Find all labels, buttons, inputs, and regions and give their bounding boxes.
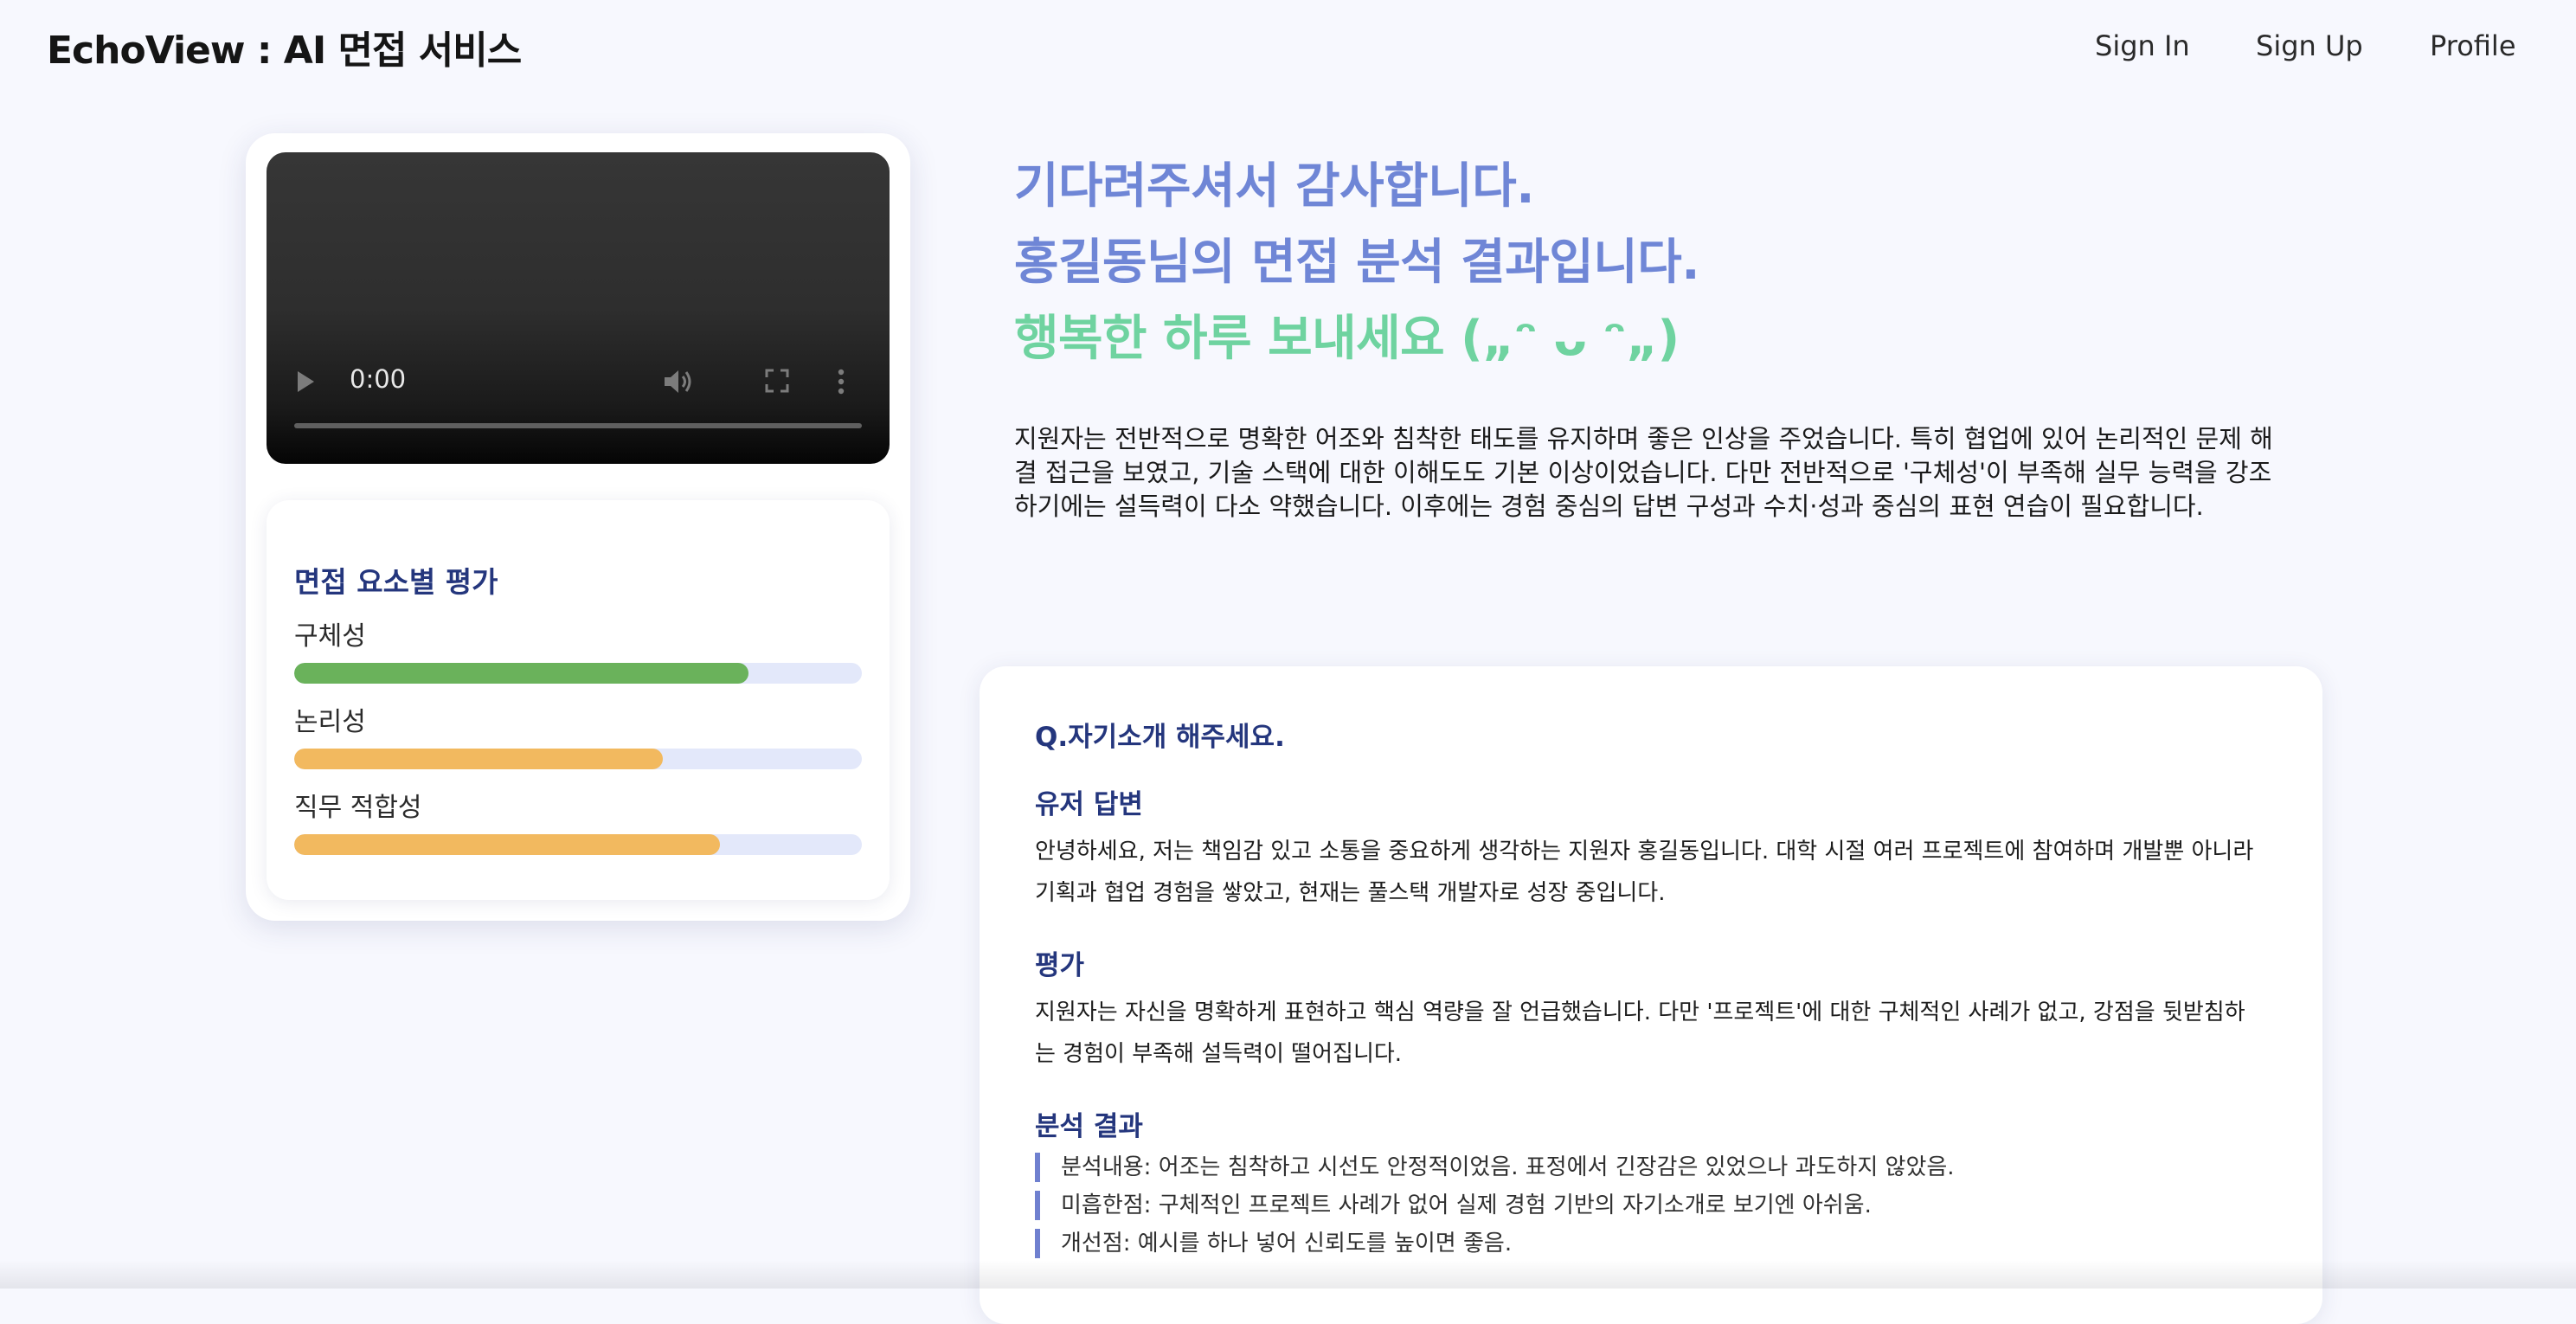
analysis-item-improvement: 개선점: 예시를 하나 넣어 신뢰도를 높이면 좋음.	[1035, 1229, 1512, 1258]
analysis-item-content: 분석내용: 어조는 침착하고 시선도 안정적이었음. 표정에서 긴장감은 있었으…	[1035, 1153, 1955, 1182]
evaluation-card: 면접 요소별 평가 구체성 논리성 직무 적합성	[267, 500, 890, 900]
question-card: Q.자기소개 해주세요. 유저 답변 안녕하세요, 저는 책임감 있고 소통을 …	[980, 666, 2322, 1324]
metric-bar-logic	[294, 749, 862, 769]
sign-in-link[interactable]: Sign In	[2095, 29, 2190, 62]
video-time: 0:00	[350, 364, 407, 394]
metric-fill-job-fit	[294, 834, 720, 855]
interview-video-player[interactable]: 0:00	[267, 152, 890, 464]
metric-fill-specificity	[294, 663, 748, 684]
answer-title: 유저 답변	[1035, 789, 1143, 820]
evaluation-text: 지원자는 자신을 명확하게 표현하고 핵심 역량을 잘 언급했습니다. 다만 '…	[1035, 999, 2245, 1067]
video-progress-track[interactable]	[294, 423, 862, 428]
question-title: Q.자기소개 해주세요.	[1035, 722, 1285, 753]
brand-logo[interactable]: EchoView : AI 면접 서비스	[47, 19, 522, 74]
metric-fill-logic	[294, 749, 664, 769]
metric-label-logic: 논리성	[294, 707, 366, 737]
bottom-shadow	[0, 1260, 2576, 1289]
volume-icon[interactable]	[663, 368, 694, 395]
metric-bar-job-fit	[294, 834, 862, 855]
metric-bar-specificity	[294, 663, 862, 684]
evaluation-section-title: 평가	[1035, 950, 1085, 981]
headline-result: 홍길동님의 면접 분석 결과입니다.	[1014, 235, 1700, 291]
profile-link[interactable]: Profile	[2430, 29, 2516, 62]
evaluation-title: 면접 요소별 평가	[294, 565, 498, 599]
left-panel-card: 0:00 면접 요소별 평가 구체성 논리성 직무 적합성	[246, 133, 910, 921]
play-icon[interactable]	[296, 370, 315, 393]
headline-greeting: 행복한 하루 보내세요 („ᵔ ᴗ ᵔ„)	[1014, 311, 1680, 367]
analysis-title: 분석 결과	[1035, 1111, 1143, 1142]
fullscreen-icon[interactable]	[765, 369, 789, 393]
analysis-item-weakness: 미흡한점: 구체적인 프로젝트 사례가 없어 실제 경험 기반의 자기소개로 보…	[1035, 1191, 1872, 1220]
answer-text: 안녕하세요, 저는 책임감 있고 소통을 중요하게 생각하는 지원자 홍길동입니…	[1035, 839, 2254, 906]
metric-label-job-fit: 직무 적합성	[294, 793, 422, 823]
sign-up-link[interactable]: Sign Up	[2256, 29, 2363, 62]
more-vertical-icon[interactable]	[838, 369, 845, 395]
top-navbar: EchoView : AI 면접 서비스 Sign In Sign Up Pro…	[0, 0, 2576, 95]
metric-label-specificity: 구체성	[294, 621, 366, 652]
headline-thanks: 기다려주셔서 감사합니다.	[1014, 158, 1535, 215]
overall-summary: 지원자는 전반적으로 명확한 어조와 침착한 태도를 유지하며 좋은 인상을 주…	[1014, 424, 2273, 521]
